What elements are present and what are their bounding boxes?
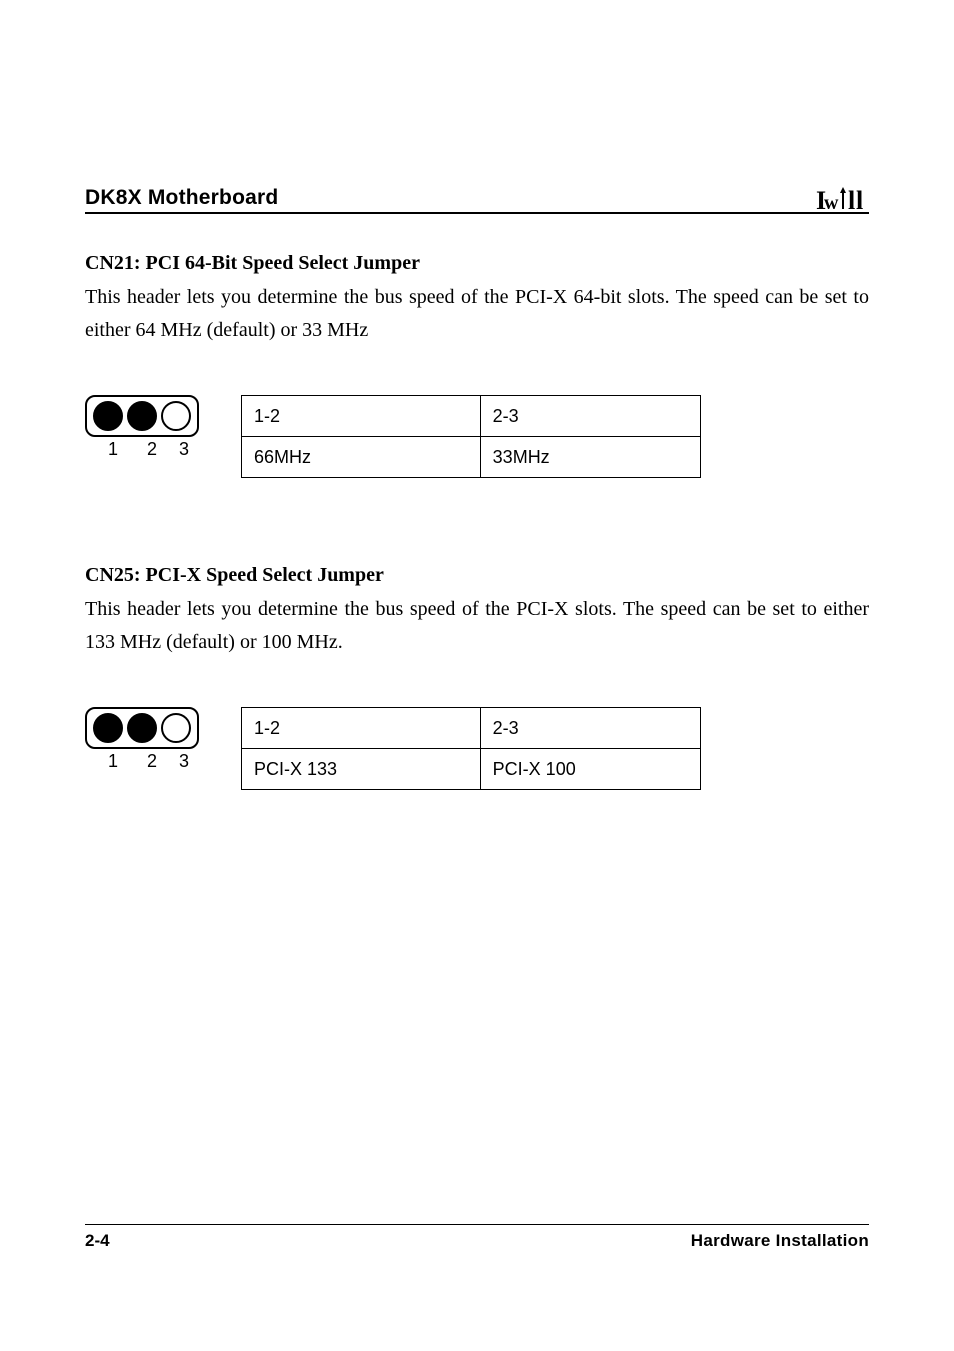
jumper-pins-icon <box>85 707 199 749</box>
table-cell: 1-2 <box>242 708 481 749</box>
section-heading-cn21: CN21: PCI 64-Bit Speed Select Jumper <box>85 252 869 275</box>
pin-label-1: 1 <box>93 751 133 772</box>
svg-text:w: w <box>824 192 839 213</box>
table-row: 66MHz 33MHz <box>242 437 701 478</box>
jumper-diagram-cn21: 1 2 3 <box>85 395 205 460</box>
table-cell: 66MHz <box>242 437 481 478</box>
jumper-row-cn21: 1 2 3 1-2 2-3 66MHz 33MHz <box>85 395 869 478</box>
table-cell: 1-2 <box>242 396 481 437</box>
brand-logo-icon: I w l l <box>816 187 870 213</box>
jumper-pin-labels: 1 2 3 <box>85 437 205 460</box>
svg-text:l: l <box>848 187 855 213</box>
jumper-table-cn25: 1-2 2-3 PCI-X 133 PCI-X 100 <box>241 707 701 790</box>
pin-3-icon <box>161 713 191 743</box>
table-cell: PCI-X 133 <box>242 749 481 790</box>
section-body-cn21: This header lets you determine the bus s… <box>85 281 869 347</box>
footer-section-title: Hardware Installation <box>691 1231 869 1251</box>
table-cell: 2-3 <box>480 708 700 749</box>
page-footer: 2-4 Hardware Installation <box>85 1224 869 1251</box>
footer-divider <box>85 1224 869 1225</box>
brand-logo: I w l l <box>816 187 869 212</box>
pin-label-2: 2 <box>133 439 171 460</box>
section-body-cn25: This header lets you determine the bus s… <box>85 593 869 659</box>
pin-label-1: 1 <box>93 439 133 460</box>
jumper-pin-labels: 1 2 3 <box>85 749 205 772</box>
jumper-diagram-cn25: 1 2 3 <box>85 707 205 772</box>
table-row: 1-2 2-3 <box>242 396 701 437</box>
jumper-pins-icon <box>85 395 199 437</box>
jumper-row-cn25: 1 2 3 1-2 2-3 PCI-X 133 PCI-X 100 <box>85 707 869 790</box>
product-title: DK8X Motherboard <box>85 186 278 210</box>
pin-label-2: 2 <box>133 751 171 772</box>
jumper-table-cn21: 1-2 2-3 66MHz 33MHz <box>241 395 701 478</box>
pin-3-icon <box>161 401 191 431</box>
svg-text:l: l <box>856 187 863 213</box>
table-row: PCI-X 133 PCI-X 100 <box>242 749 701 790</box>
page-header: DK8X Motherboard I w l l <box>85 185 869 214</box>
table-cell: PCI-X 100 <box>480 749 700 790</box>
pin-label-3: 3 <box>171 751 197 772</box>
pin-2-icon <box>127 713 157 743</box>
table-cell: 2-3 <box>480 396 700 437</box>
page-number: 2-4 <box>85 1231 110 1251</box>
pin-label-3: 3 <box>171 439 197 460</box>
table-cell: 33MHz <box>480 437 700 478</box>
pin-1-icon <box>93 713 123 743</box>
pin-1-icon <box>93 401 123 431</box>
section-heading-cn25: CN25: PCI-X Speed Select Jumper <box>85 564 869 587</box>
table-row: 1-2 2-3 <box>242 708 701 749</box>
pin-2-icon <box>127 401 157 431</box>
